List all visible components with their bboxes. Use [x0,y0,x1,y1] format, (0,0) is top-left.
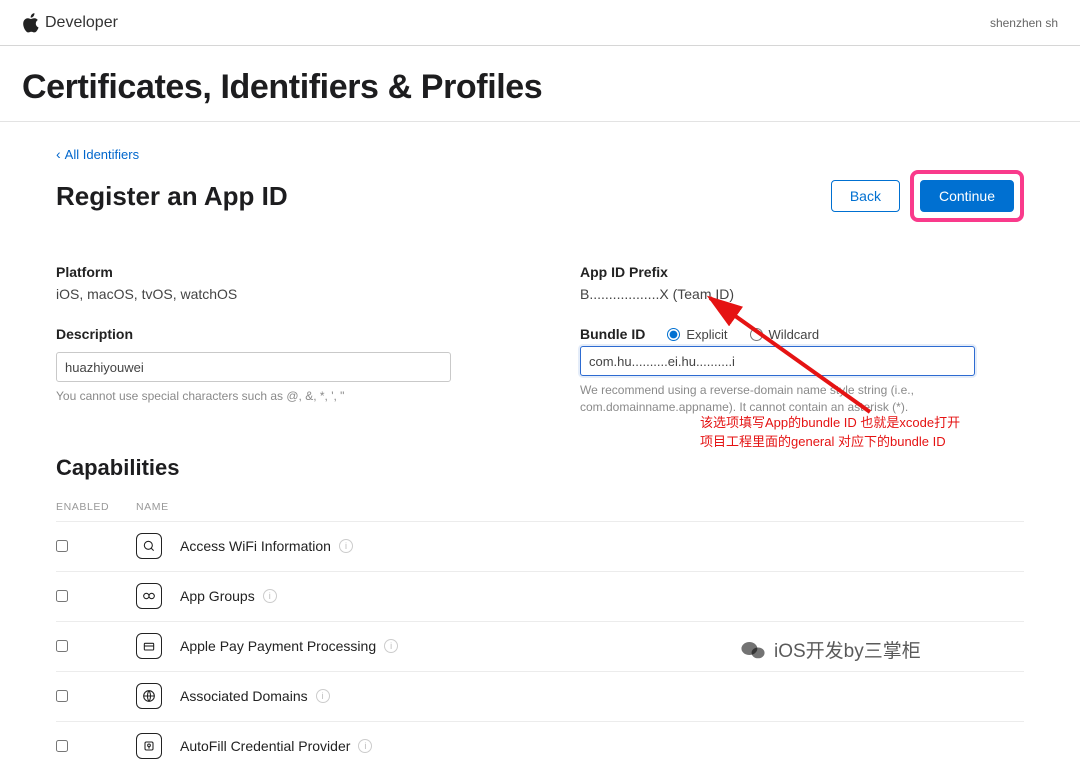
capability-checkbox[interactable] [56,690,68,702]
platform-label: Platform [56,264,500,280]
back-all-identifiers-link[interactable]: ‹ All Identifiers [56,146,1024,162]
prefix-value: B..................X (Team ID) [580,286,734,302]
bundle-wildcard-radio[interactable]: Wildcard [750,327,820,342]
description-label: Description [56,326,500,342]
brand-area[interactable]: Developer [22,13,118,33]
info-icon[interactable]: i [263,589,277,603]
capability-row: App Groups i [56,571,1024,621]
explicit-label: Explicit [686,327,727,342]
watermark-text: iOS开发by三掌柜 [774,636,921,663]
capability-row: Associated Domains i [56,671,1024,721]
account-area[interactable]: shenzhen sh [990,16,1058,30]
register-title: Register an App ID [56,181,288,212]
watermark: iOS开发by三掌柜 [740,636,921,663]
capability-checkbox[interactable] [56,740,68,752]
apple-logo-icon [22,13,39,33]
continue-button[interactable]: Continue [920,180,1014,212]
account-name: shenzhen sh [990,16,1058,30]
info-icon[interactable]: i [339,539,353,553]
bundle-label: Bundle ID [580,326,645,342]
capabilities-title: Capabilities [56,455,1024,481]
col-name-label: NAME [136,501,1024,513]
bundle-hint: We recommend using a reverse-domain name… [580,382,975,417]
capability-label: Access WiFi Information [180,538,331,554]
chevron-left-icon: ‹ [56,146,61,162]
capability-label: AutoFill Credential Provider [180,738,350,754]
annotation-text: 该选项填写App的bundle ID 也就是xcode打开 项目工程里面的gen… [700,414,960,452]
capability-checkbox[interactable] [56,640,68,652]
apple-pay-icon [136,633,162,659]
wifi-icon [136,533,162,559]
capability-label: App Groups [180,588,255,604]
capability-label: Apple Pay Payment Processing [180,638,376,654]
capability-checkbox[interactable] [56,590,68,602]
wechat-icon [740,637,766,663]
capability-row: AutoFill Credential Provider i [56,721,1024,771]
wildcard-label: Wildcard [769,327,820,342]
platform-value: iOS, macOS, tvOS, watchOS [56,286,237,302]
page-title: Certificates, Identifiers & Profiles [0,46,1080,122]
info-icon[interactable]: i [358,739,372,753]
prefix-label: App ID Prefix [580,264,1024,280]
description-hint: You cannot use special characters such a… [56,388,451,405]
info-icon[interactable]: i [316,689,330,703]
bundle-id-input[interactable] [580,346,975,376]
info-icon[interactable]: i [384,639,398,653]
annotation-highlight: Continue [910,170,1024,222]
description-input[interactable] [56,352,451,382]
bundle-explicit-radio[interactable]: Explicit [667,327,727,342]
back-button[interactable]: Back [831,180,900,212]
col-enabled-label: ENABLED [56,501,136,513]
domains-icon [136,683,162,709]
capability-row: Access WiFi Information i [56,521,1024,571]
developer-text: Developer [45,14,118,32]
autofill-icon [136,733,162,759]
app-groups-icon [136,583,162,609]
capability-checkbox[interactable] [56,540,68,552]
capability-label: Associated Domains [180,688,308,704]
backlink-label: All Identifiers [65,147,139,162]
